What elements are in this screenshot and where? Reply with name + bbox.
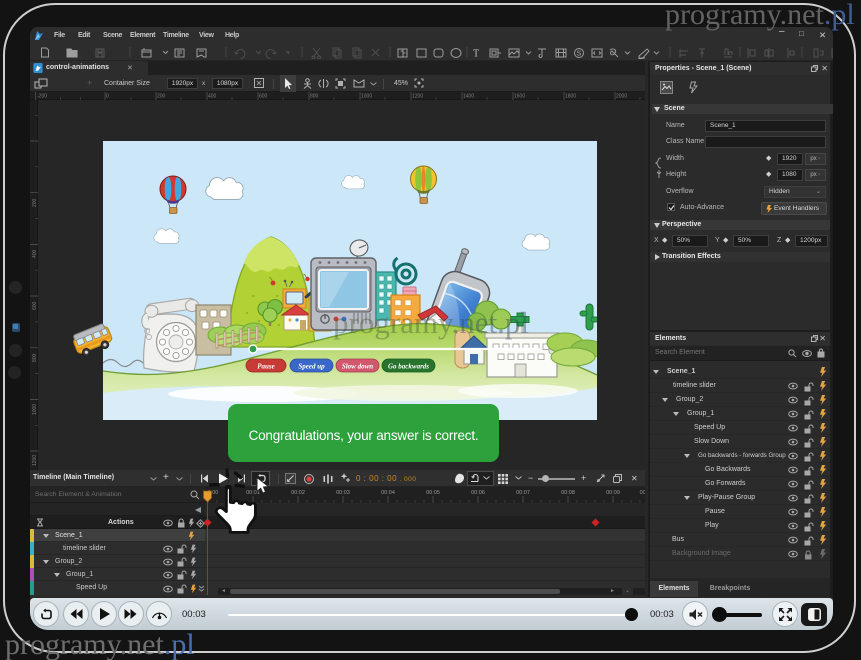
svg-text:2000: 2000 bbox=[616, 94, 627, 100]
svg-text:S: S bbox=[577, 51, 582, 58]
svg-text:00:08: 00:08 bbox=[561, 490, 575, 496]
svg-text:T: T bbox=[473, 49, 479, 60]
svg-text:1400: 1400 bbox=[463, 94, 474, 100]
svg-text:00:03: 00:03 bbox=[336, 490, 350, 496]
svg-text:00:07: 00:07 bbox=[516, 490, 530, 496]
svg-text:00:05: 00:05 bbox=[426, 490, 440, 496]
svg-text:Go backwards: Go backwards bbox=[388, 363, 429, 371]
svg-text:00:06: 00:06 bbox=[471, 490, 485, 496]
svg-text:0: 0 bbox=[106, 94, 109, 100]
svg-text:00:04: 00:04 bbox=[381, 490, 395, 496]
svg-text:1000: 1000 bbox=[361, 94, 372, 100]
svg-text:Slow down: Slow down bbox=[342, 363, 373, 371]
svg-text:1600: 1600 bbox=[514, 94, 525, 100]
svg-text:600: 600 bbox=[259, 94, 268, 100]
svg-text:00:1: 00:1 bbox=[640, 490, 645, 496]
svg-text:400: 400 bbox=[208, 94, 217, 100]
svg-text:200: 200 bbox=[157, 94, 166, 100]
svg-text:1200: 1200 bbox=[412, 94, 423, 100]
svg-text:1800: 1800 bbox=[565, 94, 576, 100]
svg-text:800: 800 bbox=[310, 94, 319, 100]
svg-text:-200: -200 bbox=[37, 94, 47, 100]
svg-text:00:09: 00:09 bbox=[606, 490, 620, 496]
svg-text:Speed up: Speed up bbox=[298, 363, 325, 371]
svg-text:Pause: Pause bbox=[257, 363, 275, 371]
